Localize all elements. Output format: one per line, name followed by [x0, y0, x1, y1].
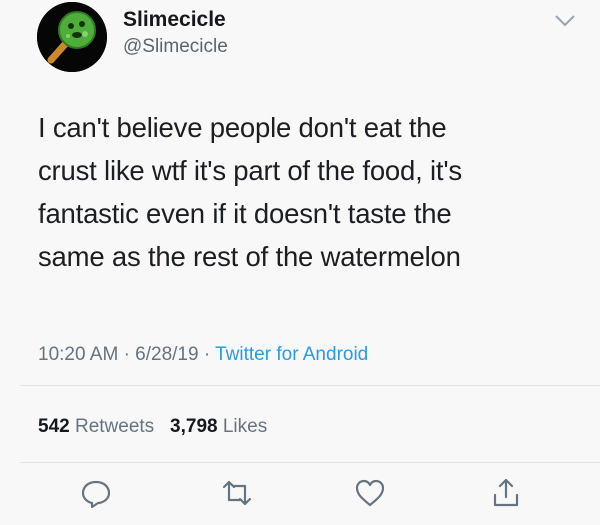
likes-label: Likes [222, 416, 268, 437]
tweet-time[interactable]: 10:20 AM [38, 344, 118, 365]
tweet-line: I can't believe people don't eat the [38, 112, 447, 143]
tweet-source-link[interactable]: Twitter for Android [215, 344, 368, 365]
reply-icon[interactable] [79, 476, 113, 510]
tweet-date[interactable]: 6/28/19 [135, 344, 198, 365]
slime-avatar-icon [37, 2, 107, 72]
likes-stat[interactable]: 3,798 Likes [170, 416, 267, 437]
tweet-line: fantastic even if it doesn't taste the [38, 198, 452, 229]
tweet-text: I can't believe people don't eat the cru… [38, 106, 578, 278]
tweet-header: Slimecicle @Slimecicle [0, 0, 600, 90]
user-handle[interactable]: @Slimecicle [123, 36, 228, 58]
share-icon[interactable] [489, 476, 523, 510]
likes-count: 3,798 [170, 416, 218, 437]
avatar[interactable] [37, 2, 107, 72]
tweet-line: same as the rest of the watermelon [38, 241, 461, 272]
meta-separator: · [203, 344, 211, 365]
heart-icon[interactable] [353, 476, 387, 510]
retweets-label: Retweets [74, 416, 155, 437]
retweets-count: 542 [38, 416, 70, 437]
divider [20, 385, 600, 386]
tweet-line: crust like wtf it's part of the food, it… [38, 155, 462, 186]
retweet-icon[interactable] [220, 476, 254, 510]
tweet-stats: 542 Retweets 3,798 Likes [38, 416, 267, 438]
retweets-stat[interactable]: 542 Retweets [38, 416, 159, 437]
meta-separator: · [123, 344, 130, 365]
tweet-meta: 10:20 AM · 6/28/19 · Twitter for Android [38, 344, 368, 366]
divider [20, 462, 600, 463]
display-name[interactable]: Slimecicle [123, 8, 226, 32]
chevron-down-icon[interactable] [554, 14, 576, 28]
